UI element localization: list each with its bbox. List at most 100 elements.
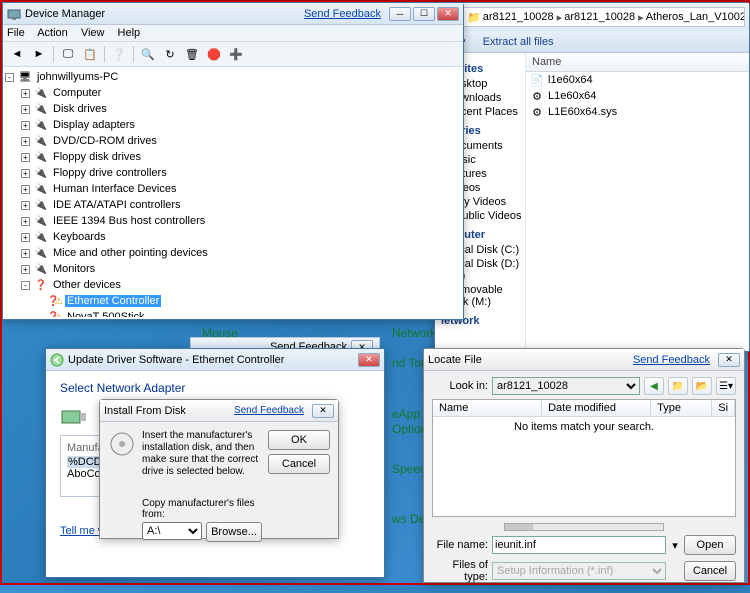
nav-back-button[interactable]: ◄: [7, 45, 27, 63]
menu-view[interactable]: View: [81, 27, 105, 39]
titlebar[interactable]: Locate File Send Feedback ✕: [424, 349, 744, 371]
send-feedback-link[interactable]: Send Feedback: [234, 405, 304, 416]
close-button[interactable]: ✕: [437, 7, 459, 21]
scrollbar[interactable]: [504, 523, 664, 531]
filename-input[interactable]: [492, 536, 666, 554]
expand-icon[interactable]: +: [21, 169, 30, 178]
instruction-text: Insert the manufacturer's installation d…: [142, 430, 262, 478]
device-icon: ❓: [34, 278, 48, 292]
file-item[interactable]: ⚙L1e60x64: [526, 88, 749, 104]
expand-icon[interactable]: +: [21, 89, 30, 98]
tree-item[interactable]: +🔌Computer: [5, 85, 461, 101]
send-feedback-link[interactable]: Send Feedback: [633, 354, 710, 366]
column-header-name[interactable]: Name: [526, 53, 749, 72]
tree-item[interactable]: -🖥johnwillyums-PC: [5, 69, 461, 85]
nav-fwd-button[interactable]: ►: [29, 45, 49, 63]
expand-icon[interactable]: +: [21, 249, 30, 258]
tree-item[interactable]: +🔌IEEE 1394 Bus host controllers: [5, 213, 461, 229]
menu-help[interactable]: Help: [118, 27, 141, 39]
browse-button[interactable]: Browse...: [206, 522, 262, 542]
device-tree[interactable]: -🖥johnwillyums-PC+🔌Computer+🔌Disk drives…: [3, 67, 463, 317]
address-bar: ◀ 📁 ar8121_10028▸ ar8121_10028▸ Atheros_…: [435, 3, 749, 31]
titlebar[interactable]: Install From Disk Send Feedback ✕: [100, 400, 338, 422]
views-icon[interactable]: ☰▾: [716, 377, 736, 395]
col-size[interactable]: Si: [712, 400, 735, 416]
lookin-combo[interactable]: ar8121_10028: [492, 377, 640, 395]
col-name[interactable]: Name: [433, 400, 542, 416]
nav-back-icon[interactable]: ◀: [644, 377, 664, 395]
cancel-button[interactable]: Cancel: [684, 561, 736, 581]
tree-item[interactable]: +🔌Floppy drive controllers: [5, 165, 461, 181]
expand-icon[interactable]: +: [21, 265, 30, 274]
expand-icon[interactable]: +: [21, 153, 30, 162]
col-type[interactable]: Type: [651, 400, 712, 416]
app-icon: [7, 7, 21, 21]
path-combo[interactable]: A:\: [142, 522, 202, 540]
extract-all-button[interactable]: Extract all files: [483, 36, 554, 48]
tool-scan-icon[interactable]: 🔍: [138, 45, 158, 63]
ok-button[interactable]: OK: [268, 430, 330, 450]
breadcrumb[interactable]: 📁 ar8121_10028▸ ar8121_10028▸ Atheros_La…: [462, 7, 745, 27]
tree-item[interactable]: +🔌DVD/CD-ROM drives: [5, 133, 461, 149]
expand-icon[interactable]: +: [21, 185, 30, 194]
tree-label: Keyboards: [51, 231, 108, 243]
expand-icon[interactable]: +: [21, 137, 30, 146]
tree-item[interactable]: ❓⚠NovaT 500Stick: [5, 309, 461, 317]
dropdown-arrow-icon[interactable]: ▾: [670, 539, 680, 552]
minimize-button[interactable]: ─: [389, 7, 411, 21]
network-adapter-icon: [60, 405, 88, 427]
menu-file[interactable]: File: [7, 27, 25, 39]
titlebar[interactable]: Device Manager Send Feedback ─ ☐ ✕: [3, 3, 463, 25]
dialog-title: Install From Disk: [104, 405, 186, 417]
tool-properties-icon[interactable]: 📋: [80, 45, 100, 63]
tool-uninstall-icon[interactable]: 🗑: [182, 45, 202, 63]
tree-item-selected[interactable]: ❓⚠Ethernet Controller: [5, 293, 461, 309]
device-icon: ❓⚠: [48, 310, 62, 317]
install-from-disk-dialog: Install From Disk Send Feedback ✕ Insert…: [99, 399, 339, 539]
menu-action[interactable]: Action: [37, 27, 68, 39]
dialog-title: Locate File: [428, 354, 482, 366]
tool-disable-icon[interactable]: 🛑: [204, 45, 224, 63]
tree-item[interactable]: -❓Other devices: [5, 277, 461, 293]
new-folder-icon[interactable]: 📂: [692, 377, 712, 395]
open-button[interactable]: Open: [684, 535, 736, 555]
tool-legacy-icon[interactable]: ➕: [226, 45, 246, 63]
close-button[interactable]: ✕: [358, 353, 380, 367]
tree-item[interactable]: +🔌Human Interface Devices: [5, 181, 461, 197]
expand-icon[interactable]: +: [21, 217, 30, 226]
file-item[interactable]: 📄l1e60x64: [526, 72, 749, 88]
tool-update-icon[interactable]: ↻: [160, 45, 180, 63]
send-feedback-link[interactable]: Send Feedback: [304, 8, 381, 20]
tool-showall-icon[interactable]: 🖵: [58, 45, 78, 63]
maximize-button[interactable]: ☐: [413, 7, 435, 21]
tree-item[interactable]: +🔌Keyboards: [5, 229, 461, 245]
tree-label: IDE ATA/ATAPI controllers: [51, 199, 183, 211]
tree-label: Ethernet Controller: [65, 295, 161, 307]
up-folder-icon[interactable]: 📁: [668, 377, 688, 395]
close-button[interactable]: ✕: [312, 404, 334, 418]
expand-icon[interactable]: +: [21, 233, 30, 242]
tree-item[interactable]: +🔌Disk drives: [5, 101, 461, 117]
collapse-icon[interactable]: -: [21, 281, 30, 290]
tree-item[interactable]: +🔌IDE ATA/ATAPI controllers: [5, 197, 461, 213]
col-date[interactable]: Date modified: [542, 400, 651, 416]
close-button[interactable]: ✕: [718, 353, 740, 367]
tree-item[interactable]: +🔌Display adapters: [5, 117, 461, 133]
tree-item[interactable]: +🔌Mice and other pointing devices: [5, 245, 461, 261]
titlebar[interactable]: Update Driver Software - Ethernet Contro…: [46, 349, 384, 371]
copy-from-label: Copy manufacturer's files from:: [142, 498, 262, 520]
file-item[interactable]: ⚙L1E60x64.sys: [526, 104, 749, 120]
expand-icon[interactable]: +: [21, 201, 30, 210]
tree-item[interactable]: +🔌Floppy disk drives: [5, 149, 461, 165]
cancel-button[interactable]: Cancel: [268, 454, 330, 474]
tool-help-icon[interactable]: ❔: [109, 45, 129, 63]
back-arrow-icon[interactable]: [50, 353, 64, 367]
expand-icon[interactable]: +: [21, 105, 30, 114]
expand-icon[interactable]: +: [21, 121, 30, 130]
file-list[interactable]: Name Date modified Type Si No items matc…: [432, 399, 736, 517]
tree-label: IEEE 1394 Bus host controllers: [51, 215, 207, 227]
tree-item[interactable]: +🔌Monitors: [5, 261, 461, 277]
device-icon: 🔌: [34, 246, 48, 260]
empty-message: No items match your search.: [433, 417, 735, 437]
collapse-icon[interactable]: -: [5, 73, 14, 82]
